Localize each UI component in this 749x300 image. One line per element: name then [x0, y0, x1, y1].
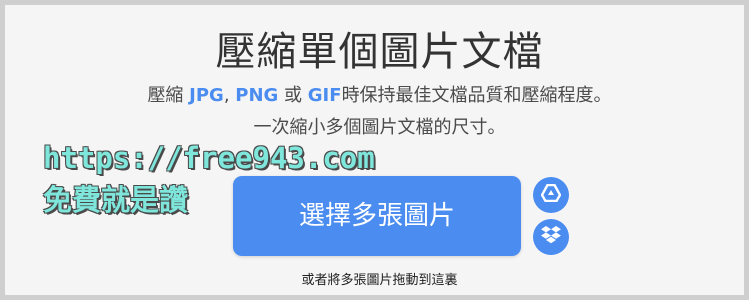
desc-suffix: 時保持最佳文檔品質和壓縮程度。: [341, 85, 612, 106]
page-title: 壓縮單個圖片文檔: [215, 29, 544, 75]
format-png: PNG: [235, 85, 279, 106]
page-frame: 壓縮單個圖片文檔 壓縮 JPG, PNG 或 GIF時保持最佳文檔品質和壓縮程度…: [0, 0, 749, 300]
drop-hint: 或者將多張圖片拖動到這裏: [301, 273, 458, 288]
select-images-button[interactable]: 選擇多張圖片: [233, 176, 521, 256]
description: 壓縮 JPG, PNG 或 GIF時保持最佳文檔品質和壓縮程度。: [5, 81, 749, 107]
google-drive-icon: [540, 183, 562, 206]
watermark-slogan: 免費就是讚: [43, 183, 189, 217]
format-gif: GIF: [307, 85, 342, 106]
dropbox-icon: [540, 225, 562, 249]
or-word: 或: [278, 85, 308, 106]
desc-prefix: 壓縮: [147, 85, 190, 106]
subtitle: 一次縮小多個圖片文檔的尺寸。: [253, 117, 506, 138]
format-jpg: JPG: [189, 85, 224, 106]
google-drive-button[interactable]: [533, 177, 569, 213]
separator: ,: [223, 85, 236, 106]
watermark-url: https://free943.com: [43, 141, 375, 175]
dropbox-button[interactable]: [533, 219, 569, 255]
